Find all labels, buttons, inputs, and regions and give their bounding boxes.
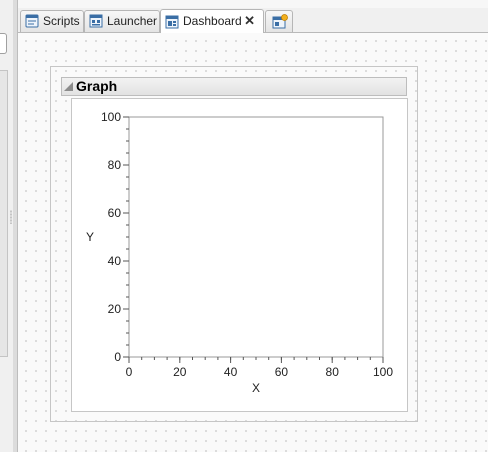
x-tick-label: 20 — [173, 365, 187, 379]
tab-launcher[interactable]: Launcher — [84, 10, 160, 32]
left-panel — [0, 0, 14, 452]
x-axis-title[interactable]: X — [252, 381, 260, 395]
new-tab-button[interactable] — [265, 10, 293, 32]
y-tick-label: 60 — [108, 206, 122, 220]
x-tick-label: 100 — [373, 365, 393, 379]
tab-bar: Scripts Launcher Dashboard ✕ — [18, 0, 488, 33]
y-tick-label: 20 — [108, 302, 122, 316]
y-tick-label: 40 — [108, 254, 122, 268]
x-tick-label: 60 — [275, 365, 289, 379]
y-tick-label: 0 — [114, 350, 121, 364]
left-panel-collapse-button[interactable] — [0, 33, 7, 54]
plot-frame[interactable] — [128, 116, 384, 358]
graph-panel: 0 20 40 60 80 100 0 20 40 60 80 100 X Y — [71, 98, 408, 412]
tab-scripts[interactable]: Scripts — [20, 10, 84, 32]
dashboard-icon — [165, 14, 179, 29]
close-icon[interactable]: ✕ — [244, 10, 255, 32]
tab-dashboard[interactable]: Dashboard ✕ — [160, 9, 264, 33]
y-tick-label: 80 — [108, 158, 122, 172]
graph-title: Graph — [76, 78, 118, 94]
y-axis-title[interactable]: Y — [86, 230, 94, 244]
collapse-triangle-icon[interactable] — [64, 82, 73, 91]
launcher-icon — [89, 14, 103, 28]
x-tick-label: 40 — [224, 365, 238, 379]
tab-scripts-label: Scripts — [43, 14, 80, 28]
left-panel-grip[interactable] — [10, 210, 12, 224]
x-tick-label: 0 — [126, 365, 133, 379]
y-tick-label: 100 — [101, 110, 121, 124]
scripts-icon — [25, 14, 39, 28]
tab-launcher-label: Launcher — [107, 14, 158, 28]
new-dashboard-icon — [272, 14, 288, 29]
tab-dashboard-label: Dashboard — [183, 14, 242, 28]
left-panel-scrollbar[interactable] — [0, 70, 8, 357]
x-tick-label: 80 — [326, 365, 340, 379]
graph-chart: 0 20 40 60 80 100 0 20 40 60 80 100 X Y — [86, 110, 393, 395]
graph-outline-header[interactable]: Graph — [61, 77, 407, 96]
tab-bar-top — [18, 0, 488, 8]
